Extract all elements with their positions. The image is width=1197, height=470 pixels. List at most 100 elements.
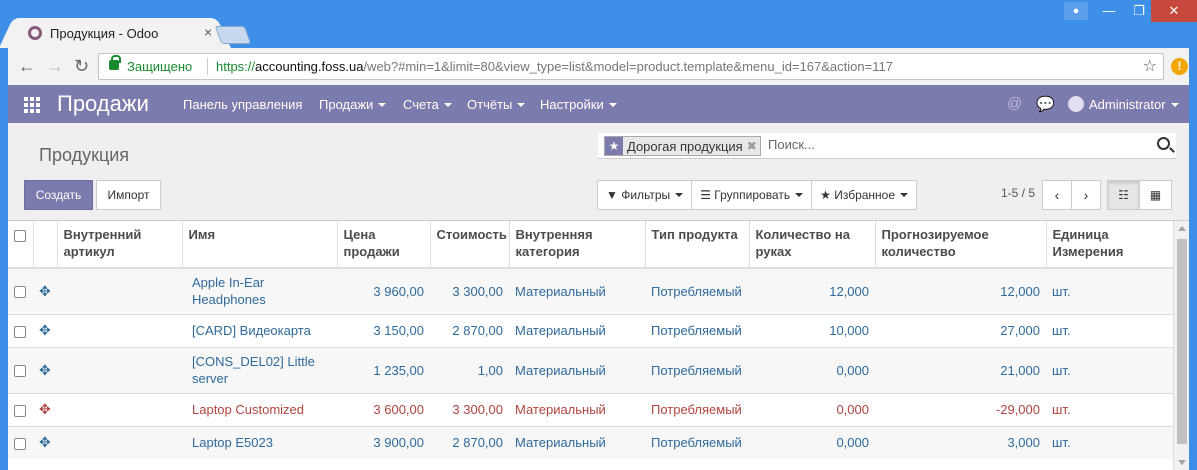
drag-handle-icon[interactable]: ✥ xyxy=(39,434,51,450)
select-all-checkbox[interactable] xyxy=(14,229,26,242)
select-all-header[interactable] xyxy=(8,221,33,269)
create-button[interactable]: Создать xyxy=(24,180,93,210)
drag-handle-icon[interactable]: ✥ xyxy=(39,362,51,378)
drag-handle-icon[interactable]: ✥ xyxy=(39,401,51,417)
chevron-down-icon xyxy=(675,193,684,197)
cost-cell: 2 870,00 xyxy=(430,313,509,347)
reload-icon[interactable]: ↻ xyxy=(74,56,89,76)
table-header-row: Внутренний артикул Имя Цена продажи Стои… xyxy=(8,221,1173,269)
extension-alert-icon[interactable]: ! xyxy=(1171,58,1188,75)
bookmark-star-icon[interactable]: ☆ xyxy=(1143,56,1157,76)
breadcrumb: Продукция xyxy=(39,145,130,165)
chat-bubbles-icon[interactable]: 💬 xyxy=(1036,95,1055,113)
browser-tab[interactable]: Продукция - Odoo × xyxy=(14,18,214,48)
col-header-category[interactable]: Внутренняя категория xyxy=(508,221,645,269)
name-cell: Laptop Customized xyxy=(182,392,337,426)
search-facet[interactable]: ★ Дорогая продукция ✖ xyxy=(604,136,761,156)
menu-sales[interactable]: Продажи xyxy=(319,97,387,112)
col-header-forecast-qty[interactable]: Прогнозируемое количество xyxy=(874,221,1046,269)
menu-reports-label: Отчёты xyxy=(467,97,513,112)
row-select-cell xyxy=(8,313,33,347)
col-header-qty-on-hand[interactable]: Количество на руках xyxy=(748,221,875,269)
browser-toolbar: ← → ↻ Защищено https://accounting.foss.u… xyxy=(8,48,1189,85)
row-select-cell xyxy=(8,392,33,426)
drag-handle-icon[interactable]: ✥ xyxy=(39,322,51,338)
menu-dashboard[interactable]: Панель управления xyxy=(183,97,302,112)
row-checkbox[interactable] xyxy=(14,404,26,417)
row-checkbox[interactable] xyxy=(14,325,26,338)
menu-sales-label: Продажи xyxy=(319,97,374,112)
pager-previous-button[interactable]: ‹ xyxy=(1042,180,1072,210)
back-arrow-icon[interactable]: ← xyxy=(18,56,36,76)
col-header-internal-ref[interactable]: Внутренний артикул xyxy=(56,221,182,269)
col-header-sale-price[interactable]: Цена продажи xyxy=(336,221,430,269)
table-row[interactable]: ✥ Laptop E5023 3 900,00 2 870,00 Материа… xyxy=(8,425,1173,459)
forward-arrow-icon[interactable]: → xyxy=(46,56,64,76)
star-icon: ★ xyxy=(820,188,831,202)
menu-invoices[interactable]: Счета xyxy=(403,97,452,112)
user-menu[interactable]: Administrator xyxy=(1089,97,1179,112)
uom-cell: шт. xyxy=(1046,425,1173,459)
minimize-button[interactable]: — xyxy=(1094,0,1124,22)
search-options-group: ▼ Фильтры ☰ Группировать ★ Избранное xyxy=(597,180,918,210)
cost-cell: 3 300,00 xyxy=(430,267,509,314)
favorites-label: Избранное xyxy=(834,188,896,202)
facet-remove-icon[interactable]: ✖ xyxy=(747,139,760,153)
row-checkbox[interactable] xyxy=(14,365,26,378)
import-button[interactable]: Импорт xyxy=(96,180,161,210)
type-cell: Потребляемый xyxy=(645,313,749,347)
table-row[interactable]: ✥ Apple In-Ear Headphones 3 960,00 3 300… xyxy=(8,267,1173,314)
secure-label: Защищено xyxy=(127,59,193,74)
scroll-thumb[interactable] xyxy=(1177,239,1187,444)
drag-handle-icon[interactable]: ✥ xyxy=(39,283,51,299)
vertical-scrollbar[interactable] xyxy=(1173,221,1189,470)
kanban-view-button[interactable]: ▦ xyxy=(1139,180,1172,210)
table-row[interactable]: ✥ Laptop Customized 3 600,00 3 300,00 Ма… xyxy=(8,392,1173,426)
new-tab-button[interactable] xyxy=(214,26,252,44)
uom-cell: шт. xyxy=(1046,346,1173,393)
row-checkbox[interactable] xyxy=(14,286,26,299)
scroll-down-icon[interactable] xyxy=(1178,460,1186,465)
list-view-button[interactable]: ☷ xyxy=(1107,180,1140,210)
pager-next-button[interactable]: › xyxy=(1071,180,1101,210)
type-cell: Потребляемый xyxy=(645,392,749,426)
forecast-qty-cell: 21,000 xyxy=(875,346,1046,393)
col-header-product-type[interactable]: Тип продукта xyxy=(644,221,749,269)
address-separator xyxy=(207,58,208,75)
internal-ref-cell xyxy=(57,425,182,459)
col-header-uom[interactable]: Единица Измерения xyxy=(1045,221,1173,269)
browser-user-icon[interactable]: ● xyxy=(1064,2,1088,20)
forecast-qty-cell: 3,000 xyxy=(875,425,1046,459)
pager-value[interactable]: 1-5 / 5 xyxy=(1001,186,1035,200)
favorites-button[interactable]: ★ Избранное xyxy=(811,180,918,210)
col-header-name[interactable]: Имя xyxy=(181,221,337,269)
row-checkbox[interactable] xyxy=(14,437,26,450)
apps-grid-icon[interactable] xyxy=(24,97,40,113)
close-window-button[interactable]: ✕ xyxy=(1151,0,1197,22)
search-box[interactable]: ★ Дорогая продукция ✖ xyxy=(598,133,1176,159)
drag-handle-cell: ✥ xyxy=(33,267,57,314)
table-row[interactable]: ✥ [CONS_DEL02] Little server 1 235,00 1,… xyxy=(8,346,1173,393)
search-icon[interactable] xyxy=(1157,137,1170,150)
menu-reports[interactable]: Отчёты xyxy=(467,97,526,112)
table-row[interactable]: ✥ [CARD] Видеокарта 3 150,00 2 870,00 Ма… xyxy=(8,313,1173,347)
search-input[interactable] xyxy=(768,137,1138,152)
qty-on-hand-cell: 0,000 xyxy=(749,392,875,426)
main-navbar: Продажи Панель управления Продажи Счета … xyxy=(8,85,1189,123)
col-header-cost[interactable]: Стоимость xyxy=(429,221,509,269)
address-bar[interactable]: Защищено https://accounting.foss.ua/web?… xyxy=(98,53,1164,80)
internal-ref-cell xyxy=(57,313,182,347)
facet-value: Дорогая продукция xyxy=(627,138,743,154)
menu-settings-label: Настройки xyxy=(540,97,604,112)
maximize-button[interactable]: ❐ xyxy=(1124,0,1154,22)
filters-button[interactable]: ▼ Фильтры xyxy=(597,180,693,210)
groupby-button[interactable]: ☰ Группировать xyxy=(691,180,813,210)
scroll-up-icon[interactable] xyxy=(1178,226,1186,231)
price-cell: 3 960,00 xyxy=(337,267,430,314)
user-avatar[interactable] xyxy=(1068,96,1084,112)
at-mention-icon[interactable]: @ xyxy=(1007,95,1022,112)
url-text[interactable]: https://accounting.foss.ua/web?#min=1&li… xyxy=(216,59,893,74)
tab-close-icon[interactable]: × xyxy=(204,24,212,40)
menu-settings[interactable]: Настройки xyxy=(540,97,617,112)
groupby-label: Группировать xyxy=(714,188,791,202)
